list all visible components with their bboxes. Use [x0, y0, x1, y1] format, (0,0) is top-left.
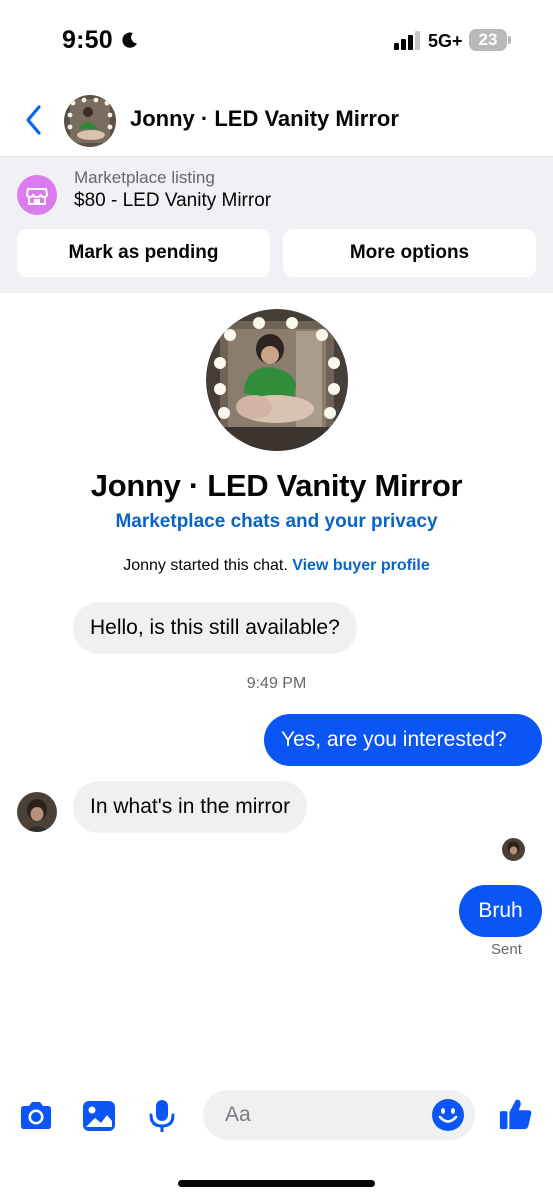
chat-started-line: Jonny started this chat. View buyer prof… [0, 557, 553, 575]
signal-icon [394, 31, 420, 50]
privacy-link[interactable]: Marketplace chats and your privacy [0, 511, 553, 533]
battery-icon: 23 [469, 29, 511, 51]
mark-as-pending-button[interactable]: Mark as pending [17, 229, 270, 277]
message-bubble[interactable]: Hello, is this still available? [73, 602, 357, 654]
emoji-icon[interactable] [431, 1098, 465, 1132]
avatar-image [64, 95, 116, 147]
profile-photo[interactable] [206, 309, 348, 451]
profile-name: Jonny · LED Vanity Mirror [90, 468, 463, 503]
avatar-image [17, 792, 57, 832]
read-receipt-avatar [502, 838, 525, 861]
microphone-icon[interactable] [143, 1098, 181, 1134]
view-buyer-profile-link[interactable]: View buyer profile [292, 557, 430, 574]
profile-photo-image [206, 309, 348, 451]
message-bubble[interactable]: Bruh [459, 885, 542, 937]
listing-title[interactable]: $80 - LED Vanity Mirror [74, 190, 271, 212]
battery-level: 23 [469, 29, 507, 51]
status-bar: 9:50 5G+ 23 [0, 0, 553, 84]
message-timestamp: 9:49 PM [246, 675, 307, 692]
home-indicator [178, 1180, 375, 1187]
header-title[interactable]: Jonny · LED Vanity Mirror [130, 106, 399, 132]
camera-icon[interactable] [17, 1098, 55, 1134]
thumbs-up-icon[interactable] [497, 1096, 535, 1132]
moon-icon [122, 32, 137, 48]
chat-header: Jonny · LED Vanity Mirror [0, 84, 553, 156]
status-time: 9:50 [62, 26, 113, 54]
avatar[interactable] [17, 792, 57, 832]
more-options-button[interactable]: More options [283, 229, 536, 277]
listing-kicker: Marketplace listing [74, 168, 215, 187]
network-type: 5G+ [428, 31, 463, 51]
sent-status: Sent [491, 941, 522, 958]
message-composer [0, 1086, 553, 1146]
storefront-icon [17, 175, 57, 215]
message-bubble[interactable]: Yes, are you interested? [264, 714, 542, 766]
chat-started-text: Jonny started this chat. [123, 557, 288, 574]
chevron-left-icon[interactable] [20, 102, 48, 138]
avatar[interactable] [64, 95, 116, 147]
marketplace-listing-panel: Marketplace listing $80 - LED Vanity Mir… [0, 156, 553, 293]
message-bubble[interactable]: In what's in the mirror [73, 781, 308, 833]
gallery-icon[interactable] [80, 1098, 118, 1134]
